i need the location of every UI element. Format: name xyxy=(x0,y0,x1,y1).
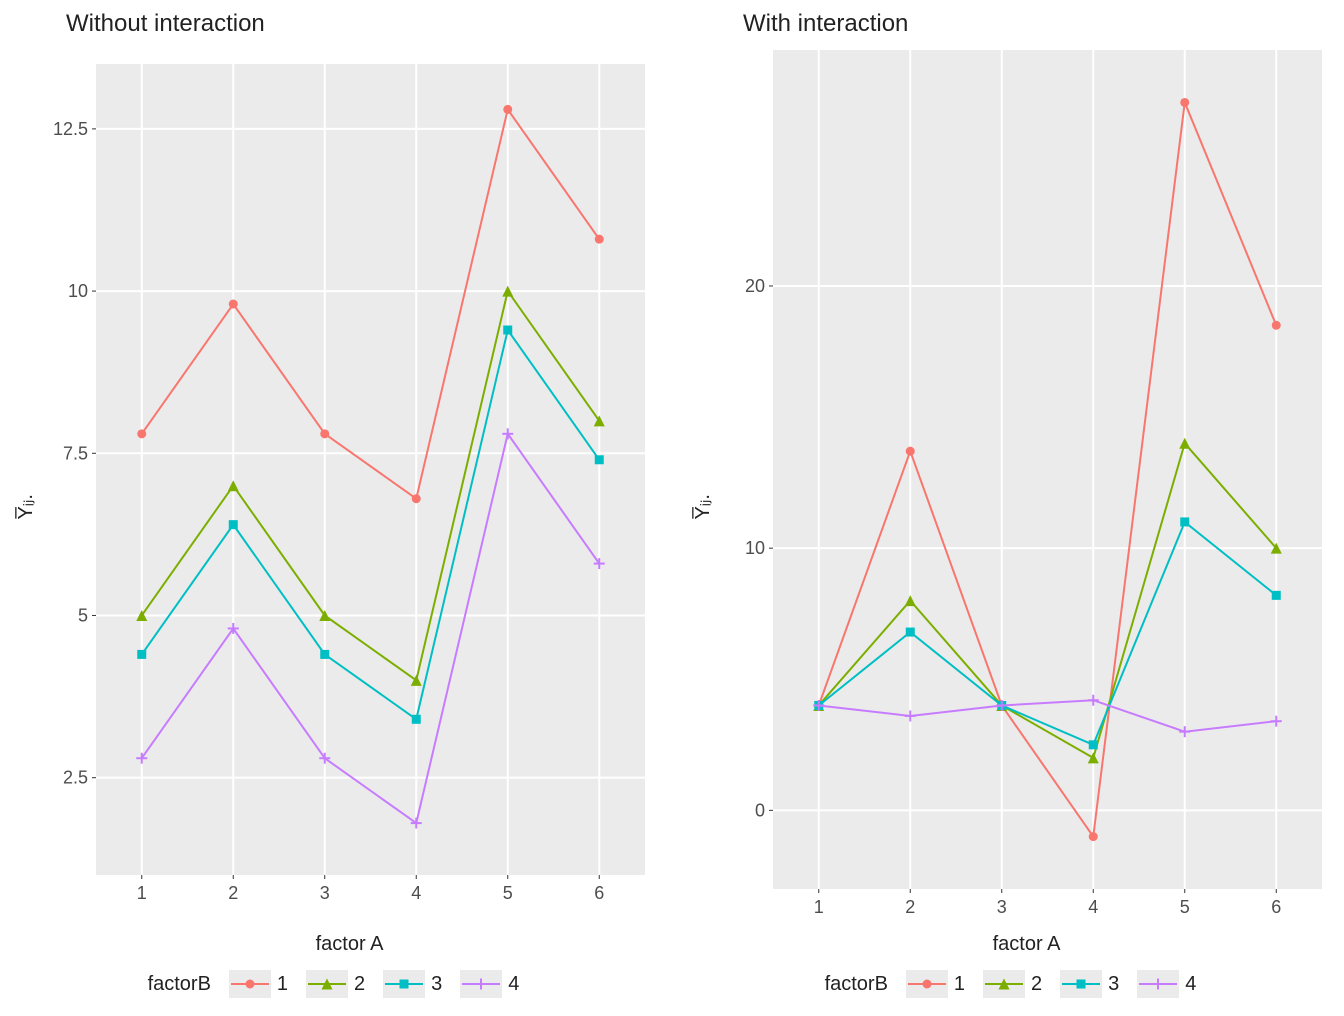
svg-text:7.5: 7.5 xyxy=(63,443,88,463)
svg-text:4: 4 xyxy=(1088,897,1098,917)
figure: Without interaction Y̅ᵢⱼ. 2.557.51012.51… xyxy=(0,0,1344,960)
legend-title: factorB xyxy=(148,973,211,996)
legend-label: 4 xyxy=(1185,973,1196,996)
charts-row: Without interaction Y̅ᵢⱼ. 2.557.51012.51… xyxy=(10,10,1334,1016)
y-axis-label: Y̅ᵢⱼ. xyxy=(10,494,42,520)
panel-right: With interaction Y̅ᵢⱼ. 0 10 20 1 2 3 4 5 6 facto… xyxy=(687,10,1334,1016)
legend-swatch xyxy=(1060,970,1102,998)
legend-item: 4 xyxy=(460,970,519,998)
legend-label: 4 xyxy=(508,973,519,996)
svg-text:1: 1 xyxy=(814,897,824,917)
chart-title: With interaction xyxy=(743,10,1334,38)
panel-left: Without interaction Y̅ᵢⱼ. 2.5 5 7.5 10 12.5 1… xyxy=(10,10,657,1016)
legend-label: 3 xyxy=(431,973,442,996)
chart-title: Without interaction xyxy=(66,10,657,38)
legend-swatch xyxy=(906,970,948,998)
legend-label: 2 xyxy=(354,973,365,996)
legend-label: 3 xyxy=(1108,973,1119,996)
x-axis-label: factor A xyxy=(42,933,657,956)
legend: factorB 1 2 3 4 xyxy=(10,970,657,998)
legend: factorB 1 2 3 4 xyxy=(687,970,1334,998)
legend-swatch xyxy=(460,970,502,998)
svg-text:2: 2 xyxy=(228,883,238,903)
svg-text:2: 2 xyxy=(905,897,915,917)
svg-text:5: 5 xyxy=(1180,897,1190,917)
legend-swatch xyxy=(383,970,425,998)
legend-swatch xyxy=(229,970,271,998)
legend-item: 2 xyxy=(983,970,1042,998)
svg-text:5: 5 xyxy=(78,605,88,625)
svg-text:10: 10 xyxy=(68,281,88,301)
legend-item: 4 xyxy=(1137,970,1196,998)
legend-item: 1 xyxy=(229,970,288,998)
svg-text:1: 1 xyxy=(137,883,147,903)
svg-text:10: 10 xyxy=(745,538,765,558)
svg-text:5: 5 xyxy=(503,883,513,903)
svg-text:2.5: 2.5 xyxy=(63,768,88,788)
legend-item: 3 xyxy=(1060,970,1119,998)
legend-item: 2 xyxy=(306,970,365,998)
svg-text:3: 3 xyxy=(320,883,330,903)
legend-item: 3 xyxy=(383,970,442,998)
legend-label: 1 xyxy=(954,973,965,996)
svg-text:4: 4 xyxy=(411,883,421,903)
plot-area: 2.5 5 7.5 10 12.5 1 2 3 4 5 6 xyxy=(42,44,657,929)
svg-text:12.5: 12.5 xyxy=(53,119,88,139)
legend-label: 1 xyxy=(277,973,288,996)
svg-text:0: 0 xyxy=(755,800,765,820)
x-axis-label: factor A xyxy=(719,933,1334,956)
svg-text:6: 6 xyxy=(1271,897,1281,917)
legend-label: 2 xyxy=(1031,973,1042,996)
svg-text:3: 3 xyxy=(997,897,1007,917)
y-axis-label: Y̅ᵢⱼ. xyxy=(687,494,719,520)
svg-text:6: 6 xyxy=(594,883,604,903)
legend-swatch xyxy=(1137,970,1179,998)
plot-area: 0 10 20 1 2 3 4 5 6 xyxy=(719,44,1334,929)
legend-item: 1 xyxy=(906,970,965,998)
legend-title: factorB xyxy=(825,973,888,996)
legend-swatch xyxy=(983,970,1025,998)
svg-text:20: 20 xyxy=(745,276,765,296)
legend-swatch xyxy=(306,970,348,998)
